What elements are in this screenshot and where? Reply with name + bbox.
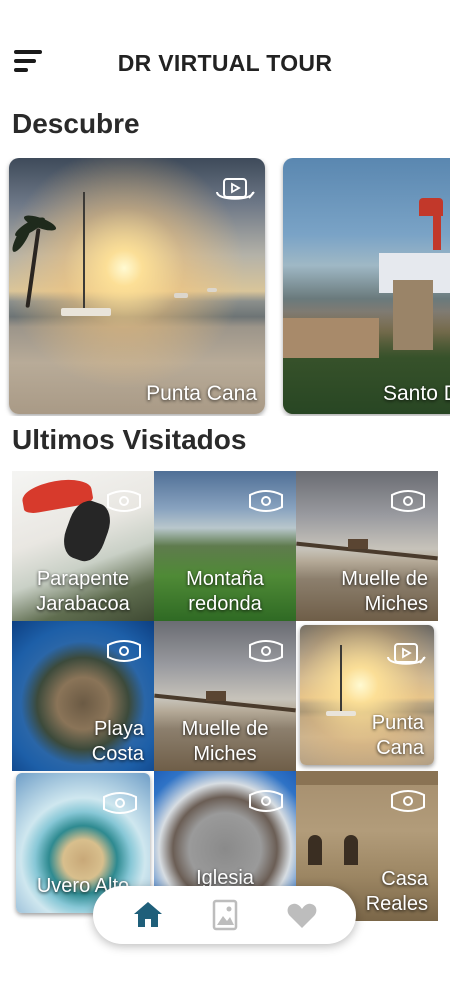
heart-icon[interactable] [285, 899, 319, 931]
vr-headset-icon [249, 640, 283, 662]
recent-tile-montana-redonda[interactable]: Montaña redonda [154, 471, 296, 621]
360-video-icon [216, 178, 255, 200]
discover-card-label: Santo D [383, 382, 450, 405]
discover-carousel[interactable]: Punta Cana Santo D [0, 158, 450, 416]
vr-headset-icon [249, 790, 283, 812]
vr-headset-icon [103, 792, 137, 814]
recent-tile-muelle-de-miches-2[interactable]: Muelle de Miches [154, 621, 296, 771]
app-bar: DR VIRTUAL TOUR [0, 0, 450, 110]
app-title: DR VIRTUAL TOUR [117, 50, 333, 76]
360-video-icon [387, 643, 426, 665]
vr-headset-icon [391, 490, 425, 512]
recent-tile-playa-costa[interactable]: Playa Costa [12, 621, 154, 771]
vr-headset-icon [107, 490, 141, 512]
discover-card-punta-cana[interactable]: Punta Cana [9, 158, 265, 414]
recent-tile-parapente-jarabacoa[interactable]: Parapente Jarabacoa [12, 471, 154, 621]
home-icon[interactable] [131, 899, 165, 931]
discover-card-santo-domingo[interactable]: Santo D [283, 158, 450, 414]
recent-tile-label: Punta Cana [371, 712, 424, 759]
recent-tile-label: Montaña redonda [186, 568, 264, 615]
section-title-recent: Ultimos Visitados [12, 424, 247, 455]
recent-tile-punta-cana[interactable]: Punta Cana [300, 625, 434, 765]
bottom-navigation [93, 886, 356, 944]
vr-headset-icon [391, 790, 425, 812]
gallery-icon[interactable] [208, 899, 242, 931]
santo-domingo-photo [283, 158, 450, 414]
recent-tile-label: Muelle de Miches [181, 718, 269, 765]
recent-grid: Parapente Jarabacoa Montaña redonda Muel… [12, 471, 438, 921]
recent-tile-label: Playa Costa [91, 718, 144, 765]
recent-tile-muelle-de-miches[interactable]: Muelle de Miches [296, 471, 438, 621]
discover-card-label: Punta Cana [146, 382, 257, 405]
recent-tile-label: Muelle de Miches [341, 568, 428, 615]
vr-headset-icon [107, 640, 141, 662]
recent-tile-label: Parapente Jarabacoa [36, 568, 130, 615]
vr-headset-icon [249, 490, 283, 512]
section-title-discover: Descubre [12, 108, 140, 139]
